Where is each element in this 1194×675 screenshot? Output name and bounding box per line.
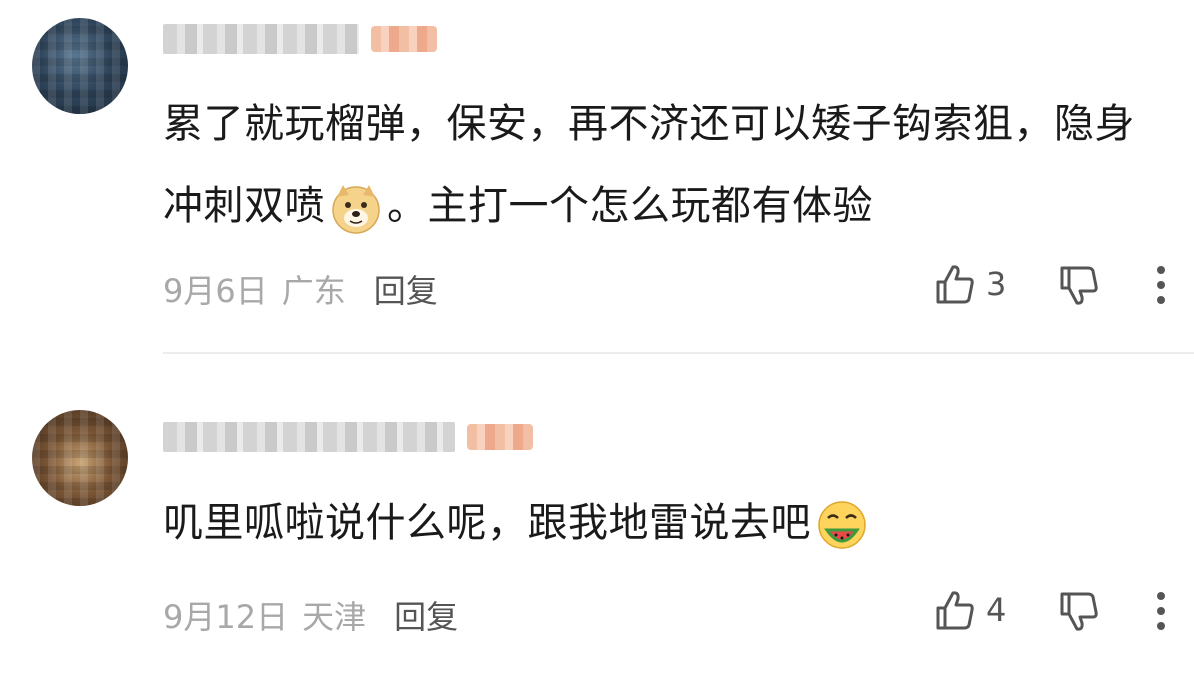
watermelon-eating-emoji xyxy=(818,501,866,549)
like-button[interactable]: 4 xyxy=(934,588,1006,632)
comment-date: 9月12日 xyxy=(163,598,289,636)
username-blurred[interactable] xyxy=(163,422,455,452)
comment-text: 叽里呱啦说什么呢，跟我地雷说去吧 xyxy=(163,482,1163,564)
comment-text: 累了就玩榴弹，保安，再不济还可以矮子钩索狙，隐身冲刺双喷 。主打一个怎么玩都有体… xyxy=(163,83,1163,247)
comment-actions: 4 xyxy=(934,588,1194,638)
reply-button[interactable]: 回复 xyxy=(374,266,438,312)
comment-meta: 9月12日 天津 回复 xyxy=(163,592,458,638)
comment-text-part: 。主打一个怎么玩都有体验 xyxy=(387,183,873,229)
like-count: 3 xyxy=(986,265,1007,303)
more-vertical-icon[interactable] xyxy=(1156,262,1166,306)
username-row xyxy=(163,420,533,454)
thumbs-down-icon[interactable] xyxy=(1058,590,1100,634)
comment-location: 广东 xyxy=(281,272,346,310)
thumbs-up-icon xyxy=(936,265,974,304)
comment-date: 9月6日 xyxy=(163,272,268,310)
comment-meta: 9月6日 广东 回复 xyxy=(163,266,438,312)
comment-actions: 3 xyxy=(934,262,1194,312)
thumbs-down-icon[interactable] xyxy=(1058,264,1100,308)
like-button[interactable]: 3 xyxy=(934,262,1006,306)
avatar[interactable] xyxy=(32,410,128,506)
comment-item: 叽里呱啦说什么呢，跟我地雷说去吧 9月12日 天津 回复 4 xyxy=(0,352,1194,675)
comment-text-part: 叽里呱啦说什么呢，跟我地雷说去吧 xyxy=(163,500,811,546)
comment-item: 累了就玩榴弹，保安，再不济还可以矮子钩索狙，隐身冲刺双喷 。主打一个怎么玩都有体… xyxy=(0,0,1194,352)
avatar[interactable] xyxy=(32,18,128,114)
doge-emoji xyxy=(332,185,380,234)
user-level-badge xyxy=(371,26,437,52)
user-level-badge xyxy=(467,424,533,450)
username-blurred[interactable] xyxy=(163,24,359,54)
thumbs-up-icon xyxy=(936,591,974,630)
reply-button[interactable]: 回复 xyxy=(394,592,458,638)
username-row xyxy=(163,22,437,56)
comment-location: 天津 xyxy=(302,598,367,636)
more-vertical-icon[interactable] xyxy=(1156,588,1166,632)
like-count: 4 xyxy=(986,591,1007,629)
